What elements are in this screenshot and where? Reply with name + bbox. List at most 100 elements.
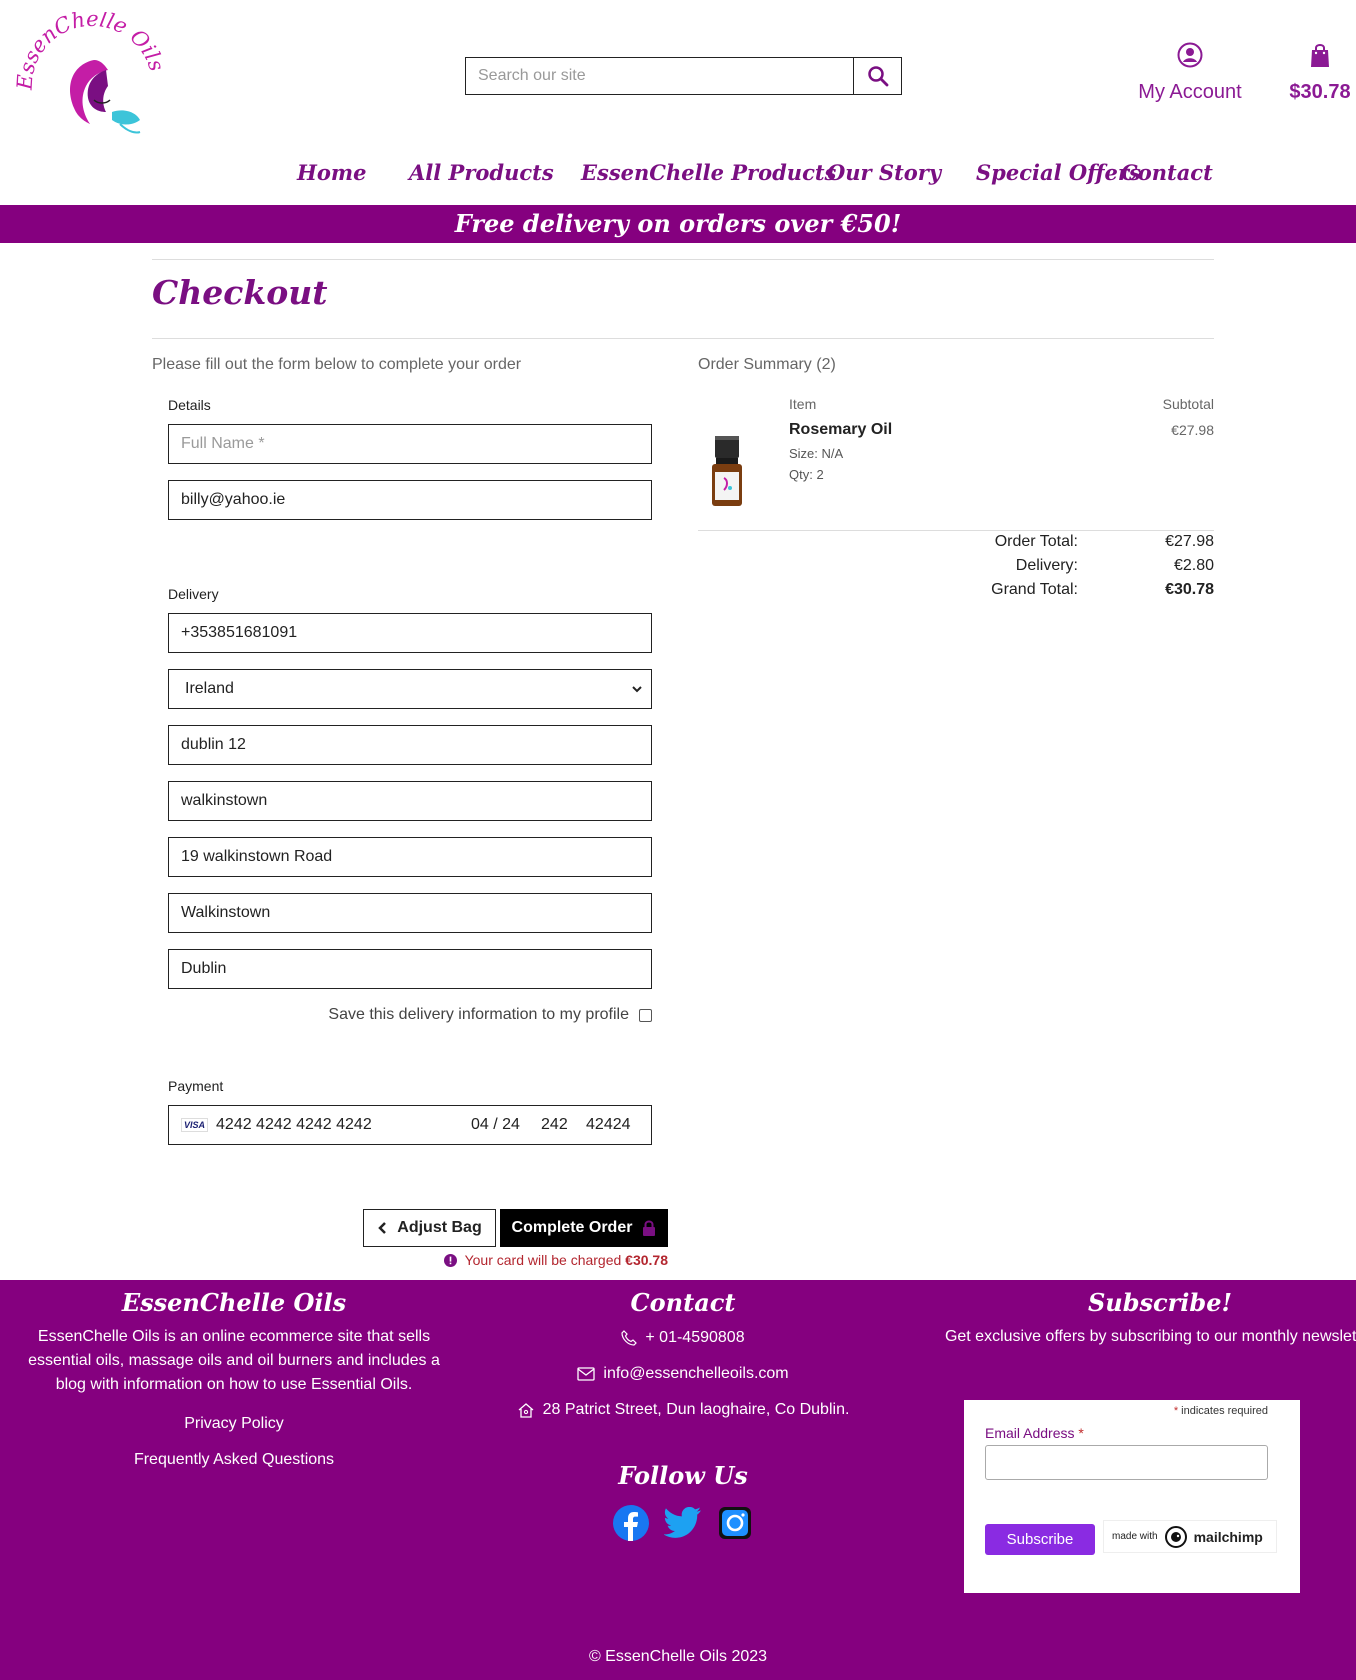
card-expiry[interactable]: 04 / 24 [471, 1116, 541, 1134]
subscribe-text: Get exclusive offers by subscribing to o… [944, 1328, 1356, 1345]
footer-about-text: EssenChelle Oils is an online ecommerce … [28, 1328, 440, 1393]
made-with-text: made with [1112, 1531, 1158, 1542]
save-info-row: Save this delivery information to my pro… [168, 1006, 652, 1024]
phone-icon [621, 1330, 638, 1346]
shopping-bag-link[interactable]: $30.78 [1280, 42, 1356, 104]
grand-total-label: Grand Total: [991, 581, 1078, 598]
street-address1-input[interactable]: 19 walkinstown Road [168, 837, 652, 877]
full-name-input[interactable]: Full Name * [168, 424, 652, 464]
footer-email[interactable]: info@essenchelleoils.com [603, 1365, 788, 1383]
footer-subscribe: Subscribe! Get exclusive offers by subsc… [940, 1288, 1356, 1349]
save-info-label: Save this delivery information to my pro… [328, 1006, 629, 1023]
faq-link[interactable]: Frequently Asked Questions [24, 1451, 444, 1469]
home-icon [518, 1403, 534, 1418]
footer-email-row: info@essenchelleoils.com [483, 1365, 883, 1383]
summary-divider [698, 530, 1214, 531]
card-element[interactable]: VISA 4242 4242 4242 4242 04 / 24 242 424… [168, 1105, 652, 1145]
order-summary-title: Order Summary (2) [698, 356, 836, 373]
search-button[interactable] [853, 58, 901, 94]
mail-icon [577, 1367, 596, 1381]
logo-text: EssenChelle Oils [12, 7, 168, 91]
summary-col-subtotal: Subtotal [1162, 396, 1214, 412]
divider [152, 338, 1214, 339]
visa-icon: VISA [181, 1118, 209, 1132]
footer-address-row: 28 Patrict Street, Dun laoghaire, Co Dub… [483, 1401, 883, 1419]
country-value: Ireland [185, 680, 234, 697]
nav-special-offers[interactable]: Special Offers [976, 160, 1141, 185]
privacy-policy-link[interactable]: Privacy Policy [24, 1415, 444, 1433]
my-account-link[interactable]: My Account [1130, 42, 1250, 104]
divider [152, 259, 1214, 260]
card-number[interactable]: 4242 4242 4242 4242 [216, 1116, 471, 1134]
mailchimp-wordmark: mailchimp [1193, 1528, 1263, 1545]
my-account-label: My Account [1138, 81, 1242, 103]
adjust-bag-button[interactable]: Adjust Bag [363, 1209, 496, 1247]
follow-us-heading: Follow Us [618, 1461, 748, 1490]
site-logo[interactable]: EssenChelle Oils [12, 7, 169, 142]
chevron-left-icon [378, 1222, 387, 1234]
delivery-banner: Free delivery on orders over €50! [0, 205, 1356, 243]
footer-address: 28 Patrict Street, Dun laoghaire, Co Dub… [542, 1401, 850, 1418]
street-address2-input[interactable]: Walkinstown [168, 893, 652, 933]
phone-input[interactable]: +353851681091 [168, 613, 652, 653]
nav-our-story[interactable]: Our Story [827, 160, 941, 185]
details-label: Details [168, 397, 211, 413]
email-input[interactable]: billy@yahoo.ie [168, 480, 652, 520]
product-name: Rosemary Oil [789, 421, 893, 438]
bag-total: $30.78 [1289, 81, 1351, 103]
footer-contact-heading: Contact [630, 1288, 736, 1317]
facebook-icon[interactable] [612, 1504, 650, 1542]
mailchimp-badge[interactable]: made with mailchimp [1103, 1520, 1277, 1553]
user-icon [1177, 42, 1203, 68]
complete-order-label: Complete Order [511, 1219, 633, 1236]
main-nav: Home All Products EssenChelle Products O… [0, 160, 1356, 190]
copyright: © EssenChelle Oils 2023 [588, 1648, 768, 1665]
required-note: * indicates required [1173, 1405, 1268, 1417]
mailchimp-form: * indicates required Email Address * Sub… [964, 1400, 1300, 1593]
mailchimp-icon [1164, 1525, 1187, 1548]
delivery-label: Delivery [168, 586, 219, 602]
payment-label: Payment [168, 1078, 224, 1094]
twitter-icon[interactable] [664, 1504, 702, 1542]
subscribe-heading: Subscribe! [1087, 1288, 1233, 1317]
charge-notice: Your card will be charged €30.78 [440, 1252, 668, 1268]
delivery-cost-label: Delivery: [1015, 557, 1078, 574]
instagram-icon[interactable] [716, 1504, 754, 1542]
nav-home[interactable]: Home [297, 160, 366, 185]
nav-all-products[interactable]: All Products [409, 160, 554, 185]
shopping-bag-icon [1311, 44, 1329, 67]
county-input[interactable]: Dublin [168, 949, 652, 989]
footer-phone-row: + 01-4590808 [483, 1329, 883, 1347]
search-bar [465, 57, 902, 95]
charge-amount: €30.78 [625, 1252, 668, 1268]
mc-email-label: Email Address * [985, 1425, 1084, 1441]
postcode-input[interactable]: dublin 12 [168, 725, 652, 765]
complete-order-button[interactable]: Complete Order [500, 1209, 668, 1247]
social-links [483, 1504, 883, 1542]
card-cvc[interactable]: 242 [541, 1116, 586, 1134]
save-info-checkbox[interactable] [639, 1008, 652, 1022]
footer-about: EssenChelle Oils EssenChelle Oils is an … [24, 1288, 444, 1469]
card-postal[interactable]: 42424 [586, 1116, 631, 1134]
order-total-label: Order Total: [994, 533, 1078, 550]
footer-phone[interactable]: + 01-4590808 [645, 1329, 744, 1347]
lock-icon [643, 1220, 656, 1236]
product-image[interactable] [706, 432, 748, 510]
product-subtotal: €27.98 [1171, 422, 1214, 438]
order-total-value: €27.98 [1165, 533, 1214, 550]
adjust-bag-label: Adjust Bag [397, 1219, 482, 1236]
search-input[interactable] [466, 58, 853, 94]
subscribe-button[interactable]: Subscribe [985, 1524, 1095, 1555]
page-title: Checkout [152, 273, 328, 312]
alert-icon [443, 1253, 457, 1267]
nav-contact[interactable]: Contact [1121, 160, 1213, 185]
product-size: Size: N/A [789, 446, 844, 461]
mc-email-input[interactable] [985, 1445, 1268, 1480]
country-select[interactable]: Ireland [168, 669, 652, 709]
product-qty: Qty: 2 [789, 467, 824, 482]
nav-essenchelle-products[interactable]: EssenChelle Products [581, 160, 836, 185]
town-input[interactable]: walkinstown [168, 781, 652, 821]
footer-contact: Contact + 01-4590808 info@essenchelleoil… [483, 1288, 883, 1542]
search-icon [867, 66, 888, 87]
grand-total-value: €30.78 [1165, 581, 1214, 598]
